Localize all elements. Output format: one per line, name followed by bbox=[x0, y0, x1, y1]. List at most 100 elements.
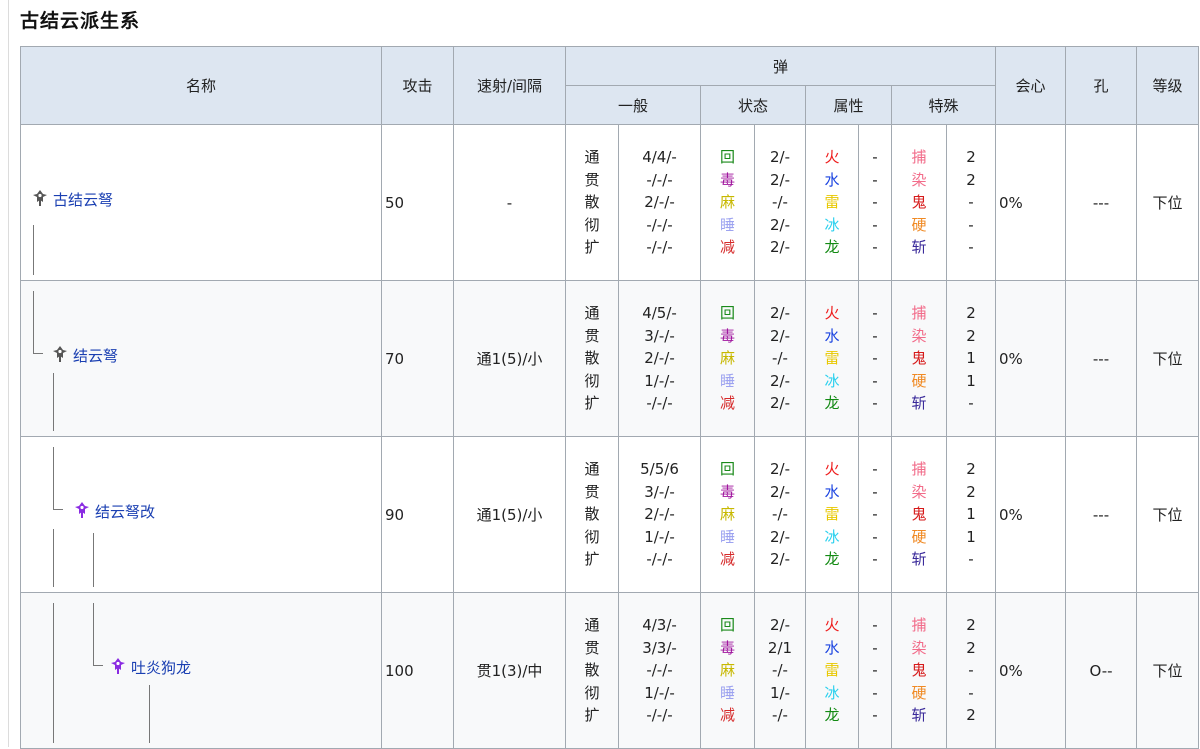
ammo-label: 雷 bbox=[824, 349, 840, 368]
ammo-value: - bbox=[968, 394, 974, 413]
header-rank: 等级 bbox=[1136, 46, 1200, 125]
slots-value: --- bbox=[1065, 124, 1138, 281]
ammo-value: 1 bbox=[966, 371, 976, 390]
slots-value: O-- bbox=[1065, 592, 1138, 749]
ammo-label: 扩 bbox=[584, 706, 600, 725]
ammo-label: 睡 bbox=[719, 683, 735, 702]
weapon-link[interactable]: 结云弩改 bbox=[95, 503, 155, 521]
ammo-special-labels: 捕染鬼硬斩 bbox=[891, 436, 947, 593]
ammo-label: 减 bbox=[719, 706, 735, 725]
ammo-value: 3/-/- bbox=[644, 482, 675, 501]
ammo-label: 水 bbox=[824, 638, 840, 657]
ammo-special-values: 2 2 1 1 - bbox=[945, 436, 997, 593]
table-row: 结云弩 70 通1(5)/小通贯散彻扩 4/5/- 3/-/- 2/-/- 1/-/- -/-… bbox=[20, 280, 1200, 437]
weapon-link[interactable]: 古结云弩 bbox=[53, 191, 113, 209]
ammo-value: - bbox=[872, 349, 878, 368]
ammo-label: 扩 bbox=[584, 394, 600, 413]
affinity-value: 0% bbox=[995, 124, 1067, 281]
ammo-label: 通 bbox=[584, 148, 600, 167]
tree-connector bbox=[53, 603, 54, 743]
ammo-value: -/-/- bbox=[646, 661, 673, 680]
ammo-label: 火 bbox=[824, 148, 840, 167]
ammo-value: 2 bbox=[966, 148, 976, 167]
weapon-link[interactable]: 吐炎狗龙 bbox=[131, 659, 191, 677]
ammo-value: - bbox=[872, 460, 878, 479]
slots-value: --- bbox=[1065, 280, 1138, 437]
ammo-label: 贯 bbox=[584, 170, 600, 189]
ammo-value: - bbox=[872, 170, 878, 189]
rank-value: 下位 bbox=[1136, 436, 1200, 593]
ammo-label: 散 bbox=[584, 349, 600, 368]
ammo-value: -/-/- bbox=[646, 170, 673, 189]
ammo-value: 3/-/- bbox=[644, 326, 675, 345]
ammo-value: - bbox=[968, 683, 974, 702]
ammo-label: 通 bbox=[584, 460, 600, 479]
ammo-value: -/-/- bbox=[646, 550, 673, 569]
ammo-value: 2/- bbox=[769, 394, 790, 413]
ammo-label: 火 bbox=[824, 460, 840, 479]
ammo-status-labels: 回毒麻睡减 bbox=[700, 280, 755, 437]
ammo-label: 通 bbox=[584, 304, 600, 323]
ammo-element-labels: 火水雷冰龙 bbox=[805, 280, 859, 437]
tree-connector bbox=[149, 685, 150, 743]
header-ammo-status: 状态 bbox=[700, 85, 806, 125]
left-border bbox=[8, 0, 9, 747]
ammo-value: -/- bbox=[772, 661, 788, 680]
ammo-value: 1 bbox=[966, 527, 976, 546]
rate-value: 贯1(3)/中 bbox=[453, 592, 566, 749]
rate-value: 通1(5)/小 bbox=[453, 280, 566, 437]
header-ammo-normal: 一般 bbox=[565, 85, 701, 125]
ammo-label: 贯 bbox=[584, 638, 600, 657]
ammo-value: -/- bbox=[772, 193, 788, 212]
ammo-label: 鬼 bbox=[911, 349, 927, 368]
tree-connector bbox=[93, 533, 94, 587]
ammo-label: 捕 bbox=[911, 616, 927, 635]
section-title: 古结云派生系 bbox=[20, 10, 141, 32]
ammo-value: -/- bbox=[772, 706, 788, 725]
ammo-normal-labels: 通贯散彻扩 bbox=[565, 124, 619, 281]
ammo-value: - bbox=[872, 550, 878, 569]
ammo-status-values: 2/- 2/- -/- 2/- 2/- bbox=[754, 124, 806, 281]
ammo-special-values: 2 2 1 1 - bbox=[945, 280, 997, 437]
ammo-label: 硬 bbox=[911, 215, 927, 234]
ammo-status-values: 2/- 2/- -/- 2/- 2/- bbox=[754, 280, 806, 437]
affinity-value: 0% bbox=[995, 280, 1067, 437]
ammo-value: 2 bbox=[966, 460, 976, 479]
table-row: 结云弩改 90 通1(5)/小通贯散彻扩 5/5/6 3/-/- 2/-/- 1/-/- -/… bbox=[20, 436, 1200, 593]
ammo-value: 4/5/- bbox=[642, 304, 677, 323]
attack-value: 100 bbox=[381, 592, 454, 749]
ammo-label: 水 bbox=[824, 482, 840, 501]
weapon-name-cell: 吐炎狗龙 bbox=[20, 592, 382, 749]
tree-connector bbox=[53, 373, 54, 431]
ammo-label: 回 bbox=[719, 460, 735, 479]
ammo-label: 雷 bbox=[824, 661, 840, 680]
ammo-value: 2/- bbox=[769, 527, 790, 546]
crossbow-icon bbox=[31, 189, 49, 212]
table-body: 古结云弩 50- 通贯散彻扩 4/4/- -/-/- 2/-/- -/-/- -/-/- 回毒麻… bbox=[20, 124, 1200, 749]
ammo-label: 水 bbox=[824, 326, 840, 345]
tree-connector bbox=[33, 291, 34, 353]
rank-value: 下位 bbox=[1136, 280, 1200, 437]
ammo-label: 扩 bbox=[584, 550, 600, 569]
ammo-element-values: - - - - - bbox=[858, 124, 892, 281]
ammo-label: 硬 bbox=[911, 371, 927, 390]
attack-value: 50 bbox=[381, 124, 454, 281]
ammo-label: 睡 bbox=[719, 371, 735, 390]
tree-connector bbox=[33, 225, 34, 275]
ammo-element-labels: 火水雷冰龙 bbox=[805, 592, 859, 749]
ammo-special-values: 2 2 - - 2 bbox=[945, 592, 997, 749]
ammo-label: 火 bbox=[824, 616, 840, 635]
ammo-label: 减 bbox=[719, 238, 735, 257]
ammo-label: 回 bbox=[719, 304, 735, 323]
rate-value: - bbox=[453, 124, 566, 281]
ammo-value: - bbox=[872, 304, 878, 323]
weapon-link[interactable]: 结云弩 bbox=[73, 347, 118, 365]
ammo-label: 毒 bbox=[719, 326, 735, 345]
ammo-label: 捕 bbox=[911, 148, 927, 167]
ammo-status-labels: 回毒麻睡减 bbox=[700, 124, 755, 281]
ammo-special-labels: 捕染鬼硬斩 bbox=[891, 280, 947, 437]
ammo-label: 冰 bbox=[824, 527, 840, 546]
ammo-status-labels: 回毒麻睡减 bbox=[700, 436, 755, 593]
ammo-normal-values: 4/4/- -/-/- 2/-/- -/-/- -/-/- bbox=[618, 124, 701, 281]
ammo-label: 回 bbox=[719, 148, 735, 167]
